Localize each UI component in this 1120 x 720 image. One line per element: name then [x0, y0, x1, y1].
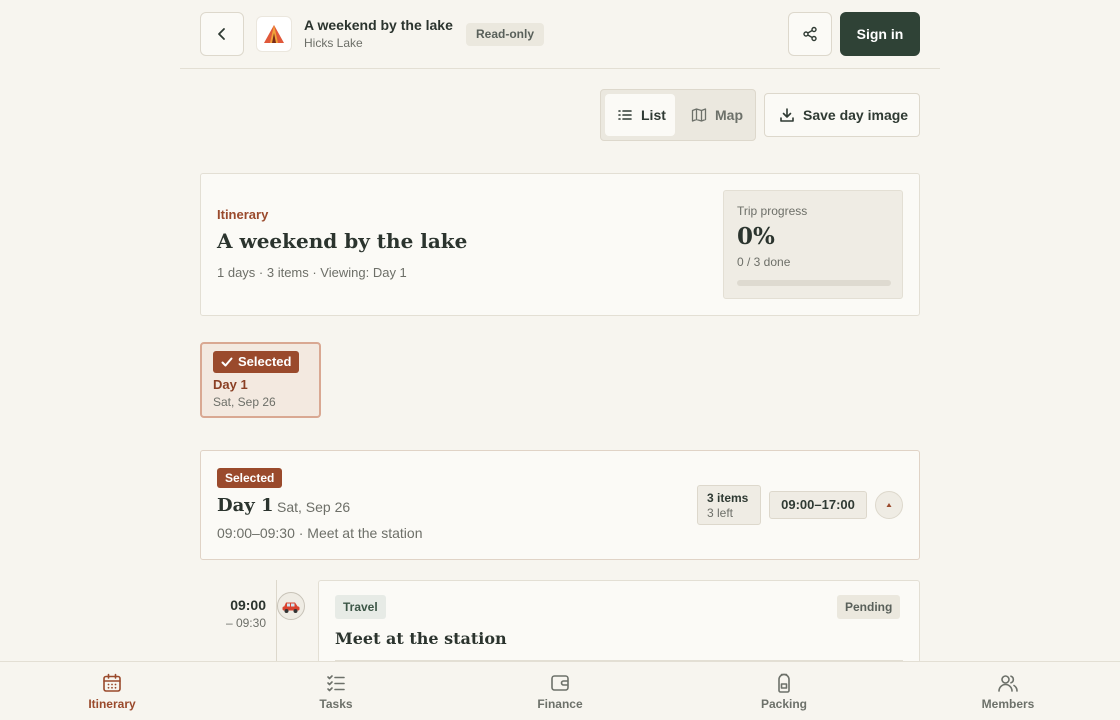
timeline-line	[276, 580, 277, 662]
day-selected-badge: Selected	[217, 468, 283, 488]
read-only-badge: Read-only	[466, 23, 545, 46]
nav-members-label: Members	[981, 697, 1035, 711]
check-icon	[221, 357, 233, 367]
status-badge: Pending	[837, 595, 901, 619]
save-day-image-label: Save day image	[803, 107, 909, 123]
day-date: Sat, Sep 26	[277, 499, 351, 515]
day-time-range: 09:00–17:00	[769, 491, 867, 519]
day-chip-date: Sat, Sep 26	[213, 395, 276, 409]
day-chip-day-1[interactable]: Selected Day 1 Sat, Sep 26	[200, 342, 321, 418]
nav-packing[interactable]: Packing	[672, 662, 896, 720]
share-button[interactable]	[788, 12, 832, 56]
caret-up-icon	[886, 503, 892, 507]
view-list-button[interactable]: List	[605, 94, 675, 136]
nav-itinerary-label: Itinerary	[88, 697, 136, 711]
car-icon	[282, 602, 300, 613]
save-day-image-button[interactable]: Save day image	[764, 93, 920, 137]
day-card: Selected Day 1 Sat, Sep 26 09:00–09:30 ·…	[200, 450, 920, 560]
view-toggle: List Map	[600, 89, 756, 141]
view-map-button[interactable]: Map	[685, 94, 751, 136]
trip-location: Hicks Lake	[304, 36, 363, 50]
items-count: 3 items	[707, 491, 749, 505]
items-left: 3 left	[707, 506, 734, 520]
nav-finance[interactable]: Finance	[448, 662, 672, 720]
nav-members[interactable]: Members	[896, 662, 1120, 720]
timeline-marker	[277, 592, 305, 620]
nav-packing-label: Packing	[760, 697, 808, 711]
collapse-day-button[interactable]	[875, 491, 903, 519]
back-button[interactable]	[200, 12, 244, 56]
day-summary: 09:00–09:30 · Meet at the station	[217, 525, 423, 541]
section-label: Itinerary	[217, 207, 269, 222]
calendar-icon	[103, 673, 121, 692]
selected-badge: Selected	[213, 351, 300, 373]
nav-finance-label: Finance	[537, 697, 583, 711]
trip-progress-box: Trip progress 0% 0 / 3 done	[723, 190, 903, 299]
view-map-label: Map	[715, 107, 743, 123]
trip-title: A weekend by the lake	[304, 17, 453, 33]
nav-itinerary[interactable]: Itinerary	[0, 662, 224, 720]
chevron-left-icon	[218, 28, 225, 40]
map-icon	[691, 108, 707, 122]
progress-done-count: 0 / 3 done	[737, 255, 791, 269]
itinerary-summary-card: Itinerary A weekend by the lake 1 days ·…	[200, 173, 920, 316]
top-header: A weekend by the lake Hicks Lake Read-on…	[180, 0, 940, 69]
day-chip-label: Day 1	[213, 377, 248, 392]
nav-tasks-label: Tasks	[319, 697, 353, 711]
item-end-time: – 09:30	[225, 616, 266, 630]
sign-in-button[interactable]: Sign in	[840, 12, 920, 56]
tent-icon	[264, 25, 284, 43]
download-icon	[780, 108, 794, 122]
item-title: Meet at the station	[335, 629, 507, 648]
backpack-icon	[778, 673, 790, 693]
items-count-pill: 3 items 3 left	[697, 485, 761, 525]
users-icon	[998, 675, 1018, 692]
wallet-icon	[551, 675, 569, 691]
list-icon	[618, 110, 632, 120]
nav-tasks[interactable]: Tasks	[224, 662, 448, 720]
selected-label: Selected	[238, 354, 292, 369]
progress-label: Trip progress	[737, 204, 808, 218]
share-icon	[803, 26, 817, 42]
progress-value: 0%	[737, 223, 775, 250]
trip-avatar	[256, 16, 292, 52]
category-badge: Travel	[335, 595, 386, 619]
day-heading: Day 1	[217, 495, 274, 516]
itinerary-meta: 1 days · 3 items · Viewing: Day 1	[217, 265, 407, 280]
page-title: A weekend by the lake	[217, 229, 468, 253]
view-list-label: List	[641, 107, 666, 123]
bottom-navigation: Itinerary Tasks Finance Packing Members	[0, 661, 1120, 720]
progress-bar	[737, 280, 891, 286]
item-start-time: 09:00	[230, 597, 266, 613]
checklist-icon	[327, 675, 345, 692]
